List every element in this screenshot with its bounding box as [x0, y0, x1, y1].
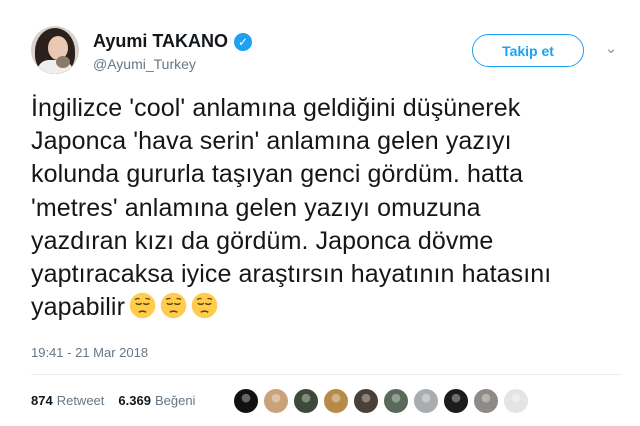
liker-avatar-8[interactable]: [443, 388, 469, 414]
liker-avatar-9[interactable]: [473, 388, 499, 414]
pensive-face-emoji-icon: [129, 292, 156, 319]
liker-avatar-3[interactable]: [293, 388, 319, 414]
like-label[interactable]: Beğeni: [155, 393, 195, 408]
tweet-text: İngilizce 'cool' anlamına geldiğini düşü…: [31, 92, 621, 324]
liker-avatar-10[interactable]: [503, 388, 529, 414]
tweet-stats: 874 Retweet 6.369 Beğeni: [31, 393, 195, 408]
display-name[interactable]: Ayumi TAKANO: [93, 31, 228, 52]
liker-avatar-4[interactable]: [323, 388, 349, 414]
retweet-label[interactable]: Retweet: [57, 393, 105, 408]
retweet-count[interactable]: 874: [31, 393, 53, 408]
tweet-line: Japonca 'hava serin' anlamına gelen yazı…: [31, 127, 512, 156]
tweet-line: yazdıran kızı da gördüm. Japonca dövme: [31, 226, 494, 255]
user-handle[interactable]: @Ayumi_Turkey: [93, 56, 196, 72]
tweet-line: İngilizce 'cool' anlamına geldiğini düşü…: [31, 94, 521, 122]
liker-avatar-1[interactable]: [233, 388, 259, 414]
likers-avatars: [233, 388, 533, 414]
name-row[interactable]: Ayumi TAKANO ✓: [93, 31, 252, 52]
avatar[interactable]: [31, 26, 79, 74]
chevron-down-icon[interactable]: ⌄: [600, 38, 622, 60]
tweet-timestamp[interactable]: 19:41 - 21 Mar 2018: [31, 345, 148, 360]
tweet-card: Ayumi TAKANO ✓ @Ayumi_Turkey Takip et ⌄ …: [0, 0, 640, 426]
tweet-line: 'metres' anlamına gelen yazıyı omuzuna: [31, 193, 481, 222]
tweet-line: kolunda gururla taşıyan genci gördüm. ha…: [31, 160, 524, 189]
liker-avatar-6[interactable]: [383, 388, 409, 414]
liker-avatar-2[interactable]: [263, 388, 289, 414]
pensive-face-emoji-icon: [191, 292, 218, 319]
like-count[interactable]: 6.369: [118, 393, 151, 408]
pensive-face-emoji-icon: [160, 292, 187, 319]
verified-badge-icon: ✓: [234, 32, 252, 51]
liker-avatar-5[interactable]: [353, 388, 379, 414]
tweet-line: yaptıracaksa iyice araştırsın hayatının …: [31, 260, 552, 289]
avatar-cat: [56, 56, 70, 68]
tweet-line-last: yapabilir: [31, 291, 621, 324]
follow-button[interactable]: Takip et: [472, 34, 584, 67]
divider: [31, 374, 621, 375]
liker-avatar-7[interactable]: [413, 388, 439, 414]
tweet-line: yapabilir: [31, 293, 126, 322]
